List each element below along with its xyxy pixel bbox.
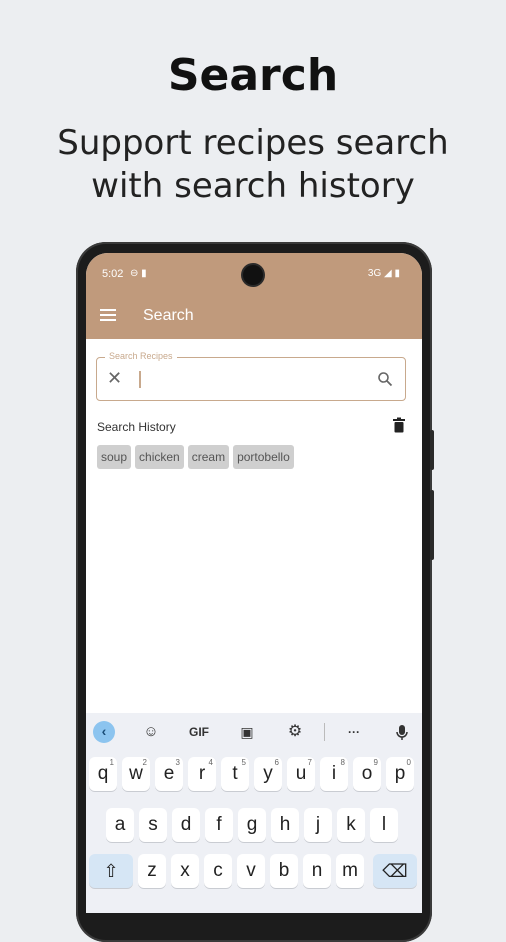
key[interactable]: t5: [221, 757, 249, 791]
status-right-icons: 3G ◢ ▮: [367, 268, 400, 279]
key[interactable]: e3: [155, 757, 183, 791]
headline: Search: [167, 50, 339, 101]
key[interactable]: z: [138, 854, 166, 888]
key[interactable]: f: [205, 808, 233, 842]
search-input[interactable]: [135, 368, 359, 392]
clipboard-icon[interactable]: ▣: [236, 722, 258, 742]
key[interactable]: d: [172, 808, 200, 842]
back-icon[interactable]: ‹: [93, 721, 115, 743]
history-chip[interactable]: cream: [187, 445, 230, 469]
clear-icon[interactable]: ✕: [107, 369, 122, 387]
soft-keyboard: ‹ ☺ GIF ▣ ⚙ ··· q1 w2 e3 r4 t5 y6 u7 i8 …: [86, 713, 422, 913]
text-cursor: [139, 371, 141, 388]
history-chip[interactable]: portobello: [233, 445, 294, 469]
toolbar-divider: [324, 723, 325, 741]
key[interactable]: m: [336, 854, 364, 888]
key[interactable]: y6: [254, 757, 282, 791]
backspace-key[interactable]: ⌫: [373, 854, 417, 888]
history-chip[interactable]: chicken: [135, 445, 184, 469]
gear-icon[interactable]: ⚙: [284, 722, 306, 742]
key[interactable]: v: [237, 854, 265, 888]
key[interactable]: q1: [89, 757, 117, 791]
phone-volume-button: [430, 490, 434, 560]
key[interactable]: p0: [386, 757, 414, 791]
key[interactable]: h: [271, 808, 299, 842]
key[interactable]: s: [139, 808, 167, 842]
status-time: 5:02: [102, 268, 124, 280]
camera-cutout: [243, 265, 263, 285]
search-field-label: Search Recipes: [105, 351, 177, 361]
app-bar: 5:02 ⊖ ▮ 3G ◢ ▮ Search: [86, 253, 422, 339]
network-type: 3G: [367, 268, 382, 279]
key[interactable]: o9: [353, 757, 381, 791]
key[interactable]: r4: [188, 757, 216, 791]
status-notification-icons: ⊖ ▮: [130, 268, 147, 279]
sticker-icon[interactable]: ☺: [140, 722, 162, 742]
mic-icon[interactable]: [394, 722, 410, 742]
key[interactable]: c: [204, 854, 232, 888]
key[interactable]: l: [370, 808, 398, 842]
key[interactable]: i8: [320, 757, 348, 791]
phone-side-button: [430, 430, 434, 470]
key[interactable]: w2: [122, 757, 150, 791]
subline-line-1: Support recipes search: [57, 123, 449, 163]
app-bar-title: Search: [143, 307, 194, 324]
search-icon[interactable]: [377, 371, 393, 387]
key[interactable]: b: [270, 854, 298, 888]
subline-line-2: with search history: [91, 166, 415, 206]
search-field[interactable]: Search Recipes ✕: [96, 351, 406, 401]
subline: Support recipes search with search histo…: [0, 122, 506, 208]
trash-icon[interactable]: [392, 417, 406, 433]
key[interactable]: n: [303, 854, 331, 888]
shift-key[interactable]: ⇧: [89, 854, 133, 888]
key[interactable]: x: [171, 854, 199, 888]
key[interactable]: a: [106, 808, 134, 842]
history-chips: soup chicken cream portobello: [97, 445, 294, 469]
history-chip[interactable]: soup: [97, 445, 132, 469]
keyboard-toolbar: ‹ ☺ GIF ▣ ⚙ ···: [86, 713, 422, 751]
search-history-title: Search History: [97, 420, 176, 434]
gif-button[interactable]: GIF: [186, 722, 212, 742]
key[interactable]: u7: [287, 757, 315, 791]
key[interactable]: j: [304, 808, 332, 842]
key[interactable]: k: [337, 808, 365, 842]
menu-icon[interactable]: [100, 309, 116, 321]
phone-screen: 5:02 ⊖ ▮ 3G ◢ ▮ Search Search Recipes ✕ …: [86, 253, 422, 913]
more-button[interactable]: ···: [342, 722, 366, 742]
key[interactable]: g: [238, 808, 266, 842]
